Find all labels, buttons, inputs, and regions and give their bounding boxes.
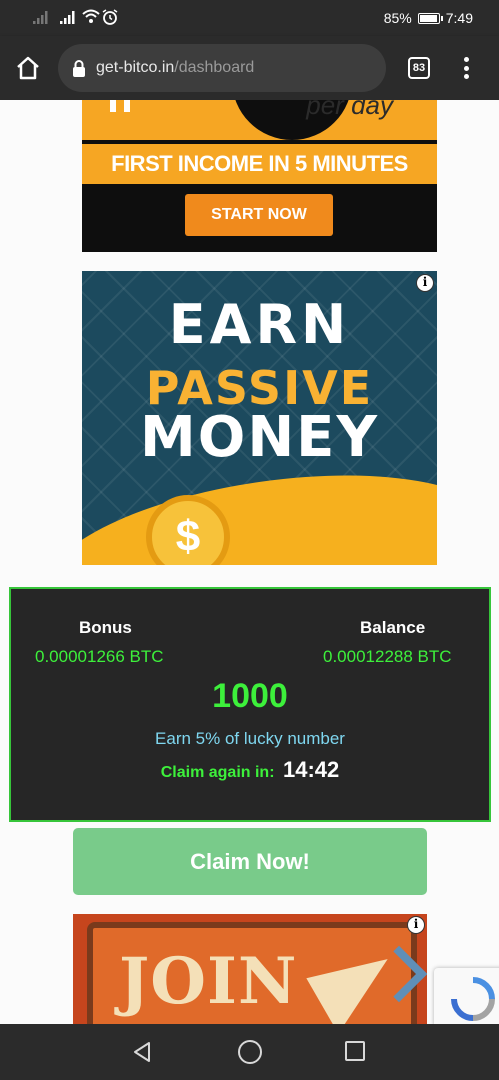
- balance-value: 0.00012288 BTC: [323, 647, 452, 666]
- ad-info-icon[interactable]: i: [407, 916, 425, 934]
- claim-again-row: Claim again in: 14:42: [11, 757, 489, 783]
- earn-text: Earn 5% of lucky number: [155, 729, 345, 748]
- faucet-card: Bonus 0.00001266 BTC Balance 0.00012288 …: [9, 587, 491, 822]
- more-vert-icon[interactable]: [456, 54, 476, 82]
- ad-join-text: JOIN: [119, 944, 298, 1019]
- lucky-number: 1000: [212, 677, 288, 715]
- ad-banner-join[interactable]: JOIN i: [73, 914, 427, 1024]
- claim-timer: 14:42: [282, 757, 340, 782]
- balance-label: Balance: [360, 618, 426, 637]
- ad-start-button[interactable]: START NOW: [185, 194, 333, 236]
- status-bar: 85% 7:49: [0, 0, 499, 36]
- ad-banner-top[interactable]: per day FIRST INCOME IN 5 MINUTES START …: [82, 100, 437, 252]
- bonus-label: Bonus: [79, 618, 132, 637]
- page-content[interactable]: per day FIRST INCOME IN 5 MINUTES START …: [0, 100, 499, 1024]
- ad-banner-passive-money[interactable]: EARN PASSIVE MONEY $ i: [82, 271, 437, 565]
- alarm-icon: [102, 9, 118, 25]
- signal-icon: [60, 11, 75, 24]
- bonus-value: 0.00001266 BTC: [35, 647, 164, 666]
- address-bar[interactable]: get-bitco.in/dashboard: [58, 44, 386, 92]
- url-host: get-bitco.in: [96, 59, 175, 76]
- ad-partial-text: per day: [306, 100, 393, 120]
- ad-headline: FIRST INCOME IN 5 MINUTES: [82, 144, 437, 184]
- recaptcha-icon: [451, 977, 495, 1021]
- system-nav-bar: [0, 1024, 499, 1080]
- tab-count: 83: [412, 62, 426, 74]
- wifi-icon: [82, 9, 100, 23]
- back-icon[interactable]: [130, 1040, 154, 1064]
- ad-decoration: [110, 100, 130, 112]
- recents-icon[interactable]: [345, 1041, 365, 1061]
- ad-info-icon[interactable]: i: [416, 274, 434, 292]
- claim-now-button[interactable]: Claim Now!: [73, 828, 427, 895]
- ad-line-money: MONEY: [139, 405, 379, 470]
- home-nav-icon[interactable]: [238, 1040, 262, 1064]
- url-path: /dashboard: [174, 59, 255, 76]
- browser-toolbar: get-bitco.in/dashboard 83: [0, 36, 499, 100]
- claim-again-label: Claim again in:: [160, 764, 275, 781]
- signal-icon: [33, 11, 48, 24]
- home-icon[interactable]: [14, 54, 42, 82]
- recaptcha-badge[interactable]: [434, 968, 499, 1024]
- battery-level-fill: [419, 14, 437, 22]
- lock-icon: [73, 59, 85, 77]
- ad-line-earn: EARN: [168, 293, 351, 356]
- clock: 7:49: [445, 10, 473, 26]
- battery-percent: 85%: [383, 10, 412, 26]
- battery-icon: [417, 12, 443, 24]
- tabs-icon[interactable]: 83: [408, 57, 430, 79]
